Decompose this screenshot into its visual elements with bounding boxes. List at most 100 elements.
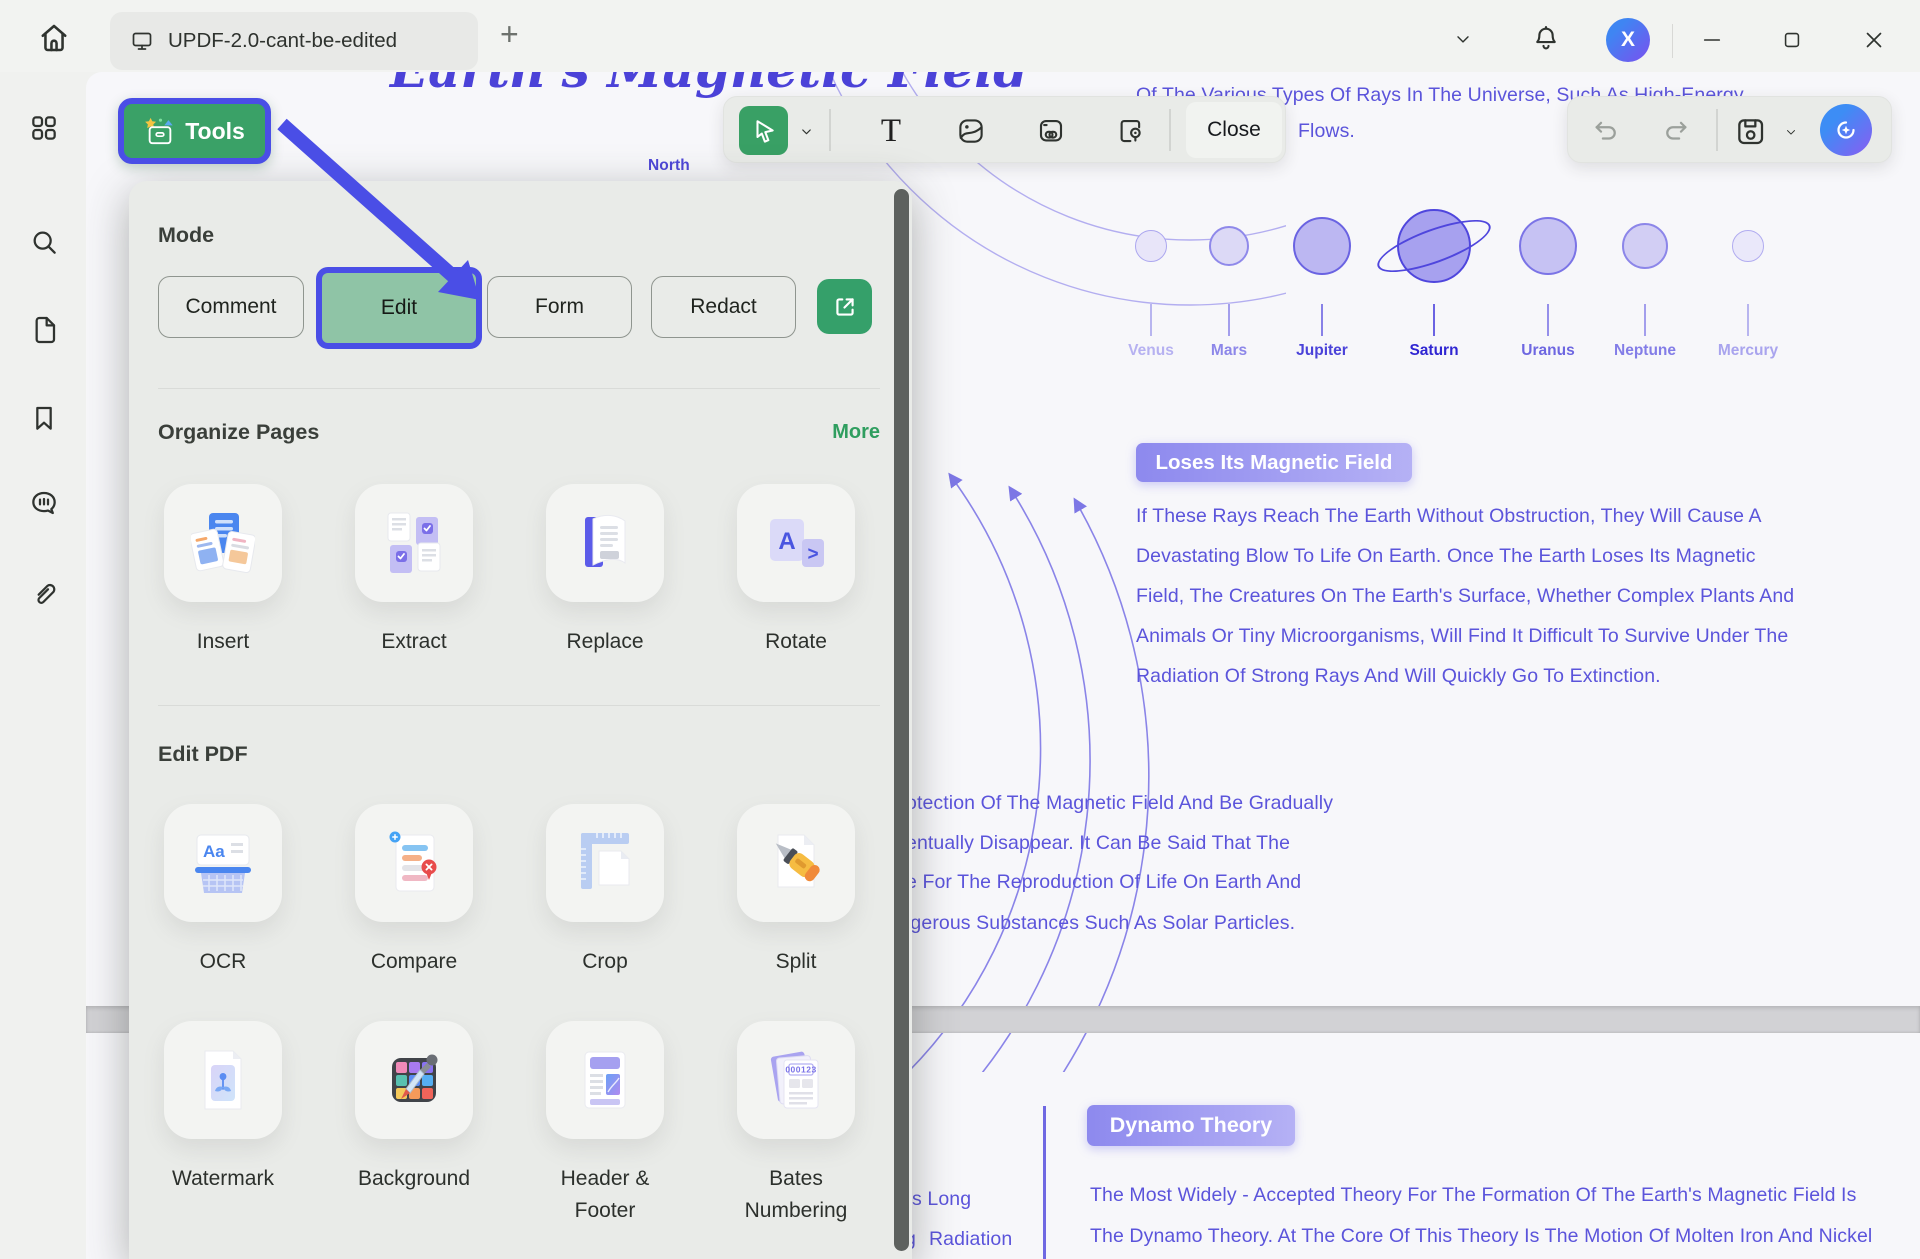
- open-in-new-button[interactable]: [817, 279, 872, 334]
- document-tab[interactable]: UPDF-2.0-cant-be-edited: [110, 12, 478, 70]
- clipped-line: entually Disappear. It Can Be Said That …: [906, 832, 1290, 855]
- planet-uranus: [1519, 217, 1577, 275]
- clipped-line: igerous Substances Such As Solar Particl…: [906, 912, 1295, 935]
- external-link-icon: [832, 294, 858, 320]
- bookmark-icon: [28, 402, 60, 434]
- tools-button[interactable]: Tools: [118, 98, 271, 164]
- toolbar-divider: [1716, 109, 1718, 151]
- cursor-icon: [751, 118, 777, 144]
- chevron-down-icon: [1784, 125, 1798, 139]
- sidebar-pages-button[interactable]: [28, 314, 60, 346]
- undo-button[interactable]: [1588, 113, 1624, 149]
- paragraph-line: Devastating Blow To Life On Earth. Once …: [1136, 545, 1756, 568]
- planet-jupiter: [1293, 217, 1351, 275]
- section2-badge: Dynamo Theory: [1087, 1105, 1295, 1146]
- paragraph-line: The Most Widely - Accepted Theory For Th…: [1090, 1184, 1856, 1207]
- organize-more-link[interactable]: More: [832, 421, 880, 444]
- sidebar-bookmarks-button[interactable]: [28, 402, 60, 434]
- page-icon: [28, 314, 60, 346]
- select-tool-button[interactable]: [739, 106, 788, 155]
- history-save-toolbar: [1567, 96, 1892, 163]
- mode-comment-button[interactable]: Comment: [158, 276, 304, 338]
- north-label: North: [648, 157, 690, 175]
- doc-top-line-fragment: Flows.: [1298, 120, 1355, 143]
- planet-mercury: [1732, 230, 1764, 262]
- background-icon: [382, 1048, 446, 1112]
- updf-app-window: Earth's Magnetic Field Of The Various Ty…: [0, 0, 1920, 1259]
- mars-tick: [1228, 304, 1230, 336]
- search-icon: [28, 226, 60, 258]
- sidebar-thumbnails-button[interactable]: [28, 112, 60, 144]
- mode-edit-button[interactable]: Edit: [316, 267, 482, 349]
- minimize-button[interactable]: [1692, 22, 1732, 58]
- close-window-button[interactable]: [1852, 22, 1896, 58]
- comment-icon: [28, 487, 60, 519]
- tool-bates-numbering[interactable]: 000123 Bates Numbering: [737, 1021, 855, 1226]
- page-pin-icon: [1116, 116, 1146, 146]
- tool-background[interactable]: Background: [355, 1021, 473, 1226]
- new-tab-button[interactable]: +: [500, 16, 519, 53]
- window-controls-divider: [1672, 24, 1673, 58]
- tab-title: UPDF-2.0-cant-be-edited: [168, 29, 397, 53]
- paragraph-line: Field, The Creatures On The Earth's Surf…: [1136, 585, 1794, 608]
- clipped-fragment: s Long: [912, 1188, 971, 1211]
- home-button[interactable]: [36, 20, 72, 56]
- venus-tick: [1150, 304, 1152, 336]
- sidebar-attachments-button[interactable]: [28, 578, 60, 610]
- mercury-tick: [1747, 304, 1749, 336]
- tool-split[interactable]: Split: [737, 804, 855, 978]
- tool-ocr[interactable]: Aa OCR: [164, 804, 282, 978]
- tool-extract[interactable]: Extract: [355, 484, 473, 658]
- paragraph-line: If These Rays Reach The Earth Without Ob…: [1136, 505, 1762, 528]
- neptune-tick: [1644, 304, 1646, 336]
- mode-redact-button[interactable]: Redact: [651, 276, 796, 338]
- section1-badge: Loses Its Magnetic Field: [1136, 443, 1412, 482]
- mars-label: Mars: [1181, 342, 1277, 360]
- select-tool-dropdown[interactable]: [796, 121, 816, 141]
- insert-icon: [191, 511, 255, 575]
- svg-text:A: A: [778, 528, 795, 555]
- image-tool-button[interactable]: [950, 110, 992, 152]
- header-footer-icon: [573, 1048, 637, 1112]
- page-location-tool-button[interactable]: [1110, 110, 1152, 152]
- grid-icon: [28, 112, 60, 144]
- maximize-button[interactable]: [1772, 22, 1812, 58]
- redo-button[interactable]: [1658, 113, 1694, 149]
- panel-scrollbar[interactable]: [894, 189, 909, 1251]
- tool-replace[interactable]: Replace: [546, 484, 664, 658]
- mercury-label: Mercury: [1700, 342, 1796, 360]
- link-icon: [1036, 116, 1066, 146]
- tool-crop[interactable]: Crop: [546, 804, 664, 978]
- link-tool-button[interactable]: [1030, 110, 1072, 152]
- tool-header-footer[interactable]: Header & Footer: [546, 1021, 664, 1226]
- sidebar-comments-button[interactable]: [28, 487, 60, 519]
- monitor-icon: [130, 29, 154, 53]
- tool-insert[interactable]: Insert: [164, 484, 282, 658]
- svg-text:Aa: Aa: [203, 842, 225, 861]
- ai-assistant-button[interactable]: [1820, 104, 1872, 156]
- extract-icon: [382, 511, 446, 575]
- notifications-button[interactable]: [1528, 20, 1564, 56]
- collapse-button[interactable]: [1448, 24, 1478, 54]
- text-tool-button[interactable]: T: [870, 110, 912, 152]
- clipped-fragment: Radiation: [929, 1228, 1012, 1251]
- section2-rule: [1043, 1106, 1046, 1259]
- split-icon: [764, 831, 828, 895]
- close-editor-button[interactable]: Close: [1186, 102, 1282, 158]
- mode-form-button[interactable]: Form: [487, 276, 632, 338]
- crop-icon: [573, 831, 637, 895]
- tool-rotate[interactable]: A > Rotate: [737, 484, 855, 658]
- tool-watermark[interactable]: Watermark: [164, 1021, 282, 1226]
- account-avatar[interactable]: X: [1606, 18, 1650, 62]
- editpdf-section-title: Edit PDF: [158, 742, 248, 767]
- sidebar-search-button[interactable]: [28, 226, 60, 258]
- undo-icon: [1591, 116, 1621, 146]
- clipped-line: e For The Reproduction Of Life On Earth …: [906, 871, 1301, 894]
- tools-box-icon: [144, 116, 176, 146]
- toolbar-divider: [1169, 109, 1171, 151]
- save-dropdown[interactable]: [1780, 121, 1802, 143]
- save-button[interactable]: [1730, 111, 1770, 151]
- tool-compare[interactable]: Compare: [355, 804, 473, 978]
- paragraph-line: Animals Or Tiny Microorganisms, Will Fin…: [1136, 625, 1788, 648]
- watermark-icon: [191, 1048, 255, 1112]
